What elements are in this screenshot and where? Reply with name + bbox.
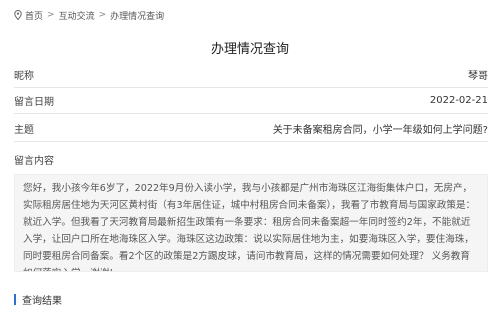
section-accent-bar — [14, 293, 16, 305]
breadcrumb: 首页 > 互动交流 > 办理情况查询 — [14, 8, 164, 22]
breadcrumb-section-link[interactable]: 互动交流 — [59, 9, 95, 22]
date-row: 留言日期 2022-02-21 — [14, 88, 488, 114]
nickname-row: 昵称 琴哥 — [14, 62, 488, 88]
message-content: 您好，我小孩今年6岁了，2022年9月份入读小学，我与小孩都是广州市海珠区江海街… — [14, 174, 488, 272]
topic-row: 主题 关于未备案租房合同，小学一年级如何上学问题? — [14, 116, 488, 142]
location-pin-icon — [14, 10, 22, 20]
topic-value: 关于未备案租房合同，小学一年级如何上学问题? — [272, 125, 488, 136]
date-value: 2022-02-21 — [429, 95, 488, 106]
page-title: 办理情况查询 — [210, 42, 289, 57]
result-section-header: 查询结果 — [14, 292, 62, 307]
topic-label: 主题 — [14, 125, 34, 136]
date-label: 留言日期 — [14, 97, 54, 108]
breadcrumb-separator: > — [47, 10, 55, 20]
content-label: 留言内容 — [14, 155, 54, 167]
nickname-label: 昵称 — [14, 71, 34, 82]
breadcrumb-current: 办理情况查询 — [110, 11, 165, 22]
breadcrumb-home-link[interactable]: 首页 — [25, 9, 43, 22]
breadcrumb-separator: > — [98, 10, 107, 20]
content-row: 留言内容 — [14, 146, 488, 172]
result-section-title: 查询结果 — [22, 295, 62, 307]
nickname-value: 琴哥 — [468, 71, 488, 82]
